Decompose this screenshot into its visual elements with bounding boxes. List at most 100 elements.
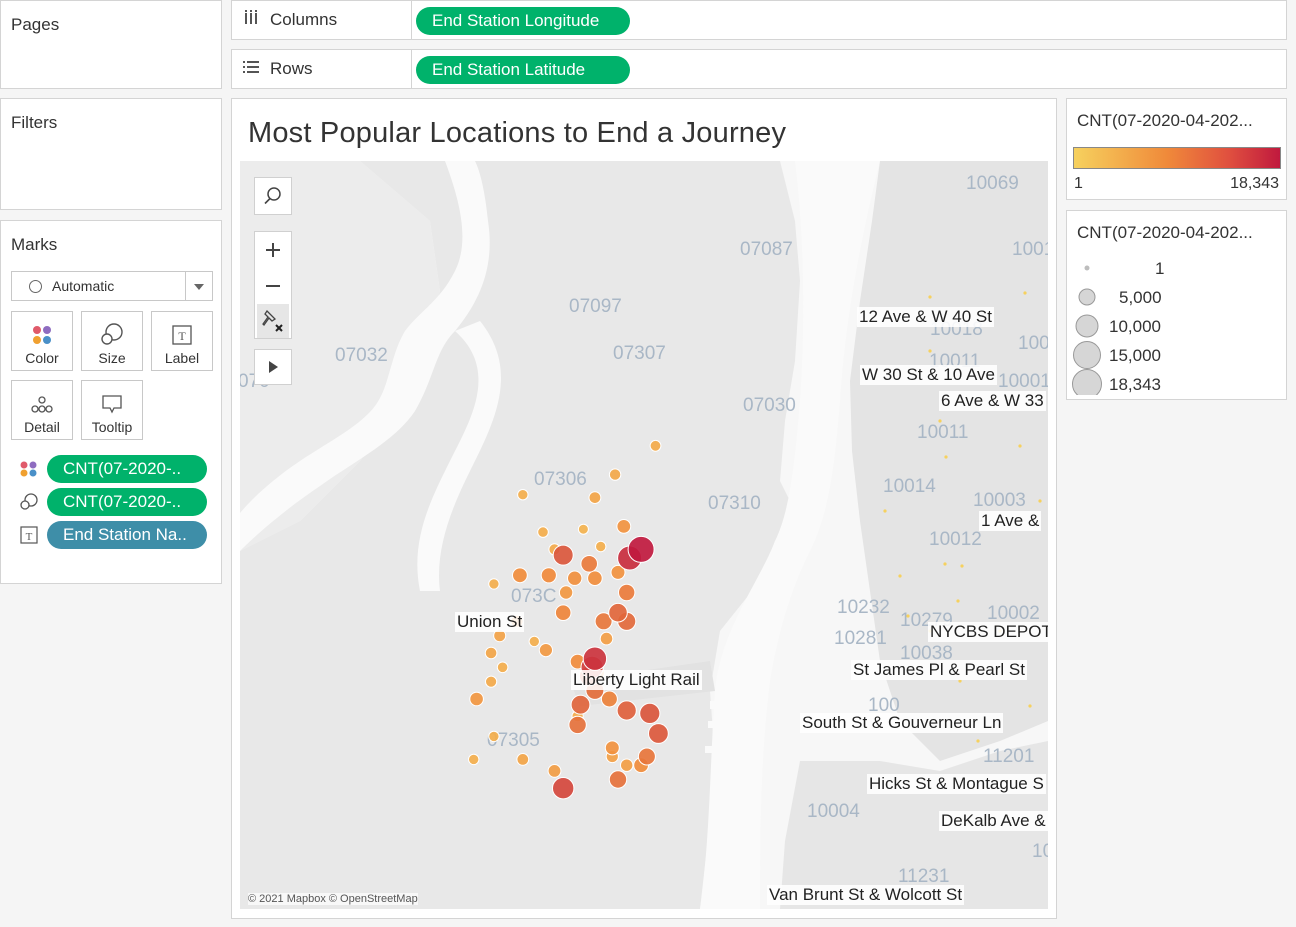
- station-label: Liberty Light Rail: [571, 670, 702, 690]
- map-zoom-controls: [254, 231, 292, 339]
- size-legend-label: 10,000: [1109, 317, 1161, 336]
- color-field-row[interactable]: CNT(07-2020-..: [11, 455, 211, 483]
- station-mark[interactable]: [620, 758, 634, 772]
- unpin-map-button[interactable]: [257, 304, 289, 338]
- station-mark[interactable]: [567, 570, 583, 586]
- label-field-row[interactable]: T End Station Na..: [11, 521, 211, 549]
- columns-shelf-header: Columns: [232, 1, 412, 39]
- dropdown-divider: [185, 272, 186, 300]
- size-legend-mark: [1073, 341, 1101, 369]
- station-mark[interactable]: [618, 583, 636, 602]
- station-mark[interactable]: [1018, 444, 1022, 448]
- station-mark[interactable]: [1038, 499, 1042, 503]
- station-mark[interactable]: [554, 604, 572, 622]
- station-mark[interactable]: [517, 489, 529, 501]
- station-mark[interactable]: [928, 349, 932, 353]
- detail-button[interactable]: Detail: [11, 380, 73, 440]
- svg-text:T: T: [26, 531, 33, 543]
- color-button[interactable]: Color: [11, 311, 73, 371]
- rows-field-pill[interactable]: End Station Latitude: [416, 56, 630, 84]
- station-mark[interactable]: [485, 675, 498, 688]
- station-mark[interactable]: [944, 455, 948, 459]
- columns-field-pill[interactable]: End Station Longitude: [416, 7, 630, 35]
- rows-shelf[interactable]: Rows End Station Latitude: [231, 49, 1287, 89]
- station-mark[interactable]: [484, 646, 498, 660]
- station-mark[interactable]: [599, 631, 614, 646]
- station-mark[interactable]: [604, 740, 620, 756]
- zoom-out-button[interactable]: [255, 268, 291, 304]
- station-mark[interactable]: [580, 555, 599, 573]
- station-mark[interactable]: [496, 661, 509, 674]
- station-mark[interactable]: [582, 646, 608, 671]
- size-button[interactable]: Size: [81, 311, 143, 371]
- station-mark[interactable]: [552, 544, 574, 566]
- columns-shelf[interactable]: Columns End Station Longitude: [231, 0, 1287, 40]
- station-mark[interactable]: [649, 439, 662, 452]
- station-mark[interactable]: [540, 567, 557, 584]
- station-mark[interactable]: [608, 770, 628, 789]
- minus-icon: [266, 285, 280, 287]
- station-mark[interactable]: [588, 491, 602, 505]
- map-attribution: © 2021 Mapbox © OpenStreetMap: [248, 893, 418, 905]
- station-mark[interactable]: [627, 535, 655, 563]
- color-icon: [12, 312, 72, 346]
- station-mark[interactable]: [528, 635, 540, 648]
- size-legend-mark: [1084, 265, 1090, 271]
- station-mark[interactable]: [595, 540, 607, 553]
- map-view[interactable]: 10069 07087 1001 07097 07307 07032 070 0…: [240, 161, 1048, 909]
- station-mark[interactable]: [516, 753, 530, 766]
- station-mark[interactable]: [570, 694, 591, 715]
- station-mark[interactable]: [637, 747, 656, 766]
- circle-mark-icon: [29, 279, 42, 293]
- station-mark[interactable]: [587, 570, 603, 587]
- map-search-button[interactable]: [254, 177, 292, 215]
- color-field-pill[interactable]: CNT(07-2020-..: [47, 455, 207, 483]
- station-mark[interactable]: [1028, 704, 1032, 708]
- size-legend-mark: [1078, 288, 1096, 306]
- station-mark[interactable]: [512, 567, 528, 584]
- station-mark[interactable]: [488, 578, 500, 590]
- map-toolbar-expand-button[interactable]: [254, 349, 292, 385]
- station-mark[interactable]: [558, 585, 574, 600]
- size-field-row[interactable]: CNT(07-2020-..: [11, 488, 211, 516]
- station-mark[interactable]: [616, 700, 637, 721]
- station-mark[interactable]: [943, 562, 947, 566]
- station-mark[interactable]: [577, 523, 589, 535]
- station-mark[interactable]: [616, 519, 632, 534]
- station-mark[interactable]: [883, 509, 887, 513]
- station-mark[interactable]: [608, 468, 622, 481]
- filters-title: Filters: [11, 113, 58, 132]
- color-legend-card[interactable]: CNT(07-2020-04-202... 1 18,343: [1066, 98, 1287, 200]
- tooltip-button[interactable]: Tooltip: [81, 380, 143, 440]
- station-mark[interactable]: [1023, 291, 1027, 295]
- station-mark[interactable]: [608, 602, 628, 623]
- station-mark[interactable]: [960, 564, 964, 568]
- station-mark[interactable]: [537, 526, 549, 538]
- station-mark[interactable]: [468, 753, 480, 766]
- zoom-in-button[interactable]: [255, 232, 291, 268]
- station-mark[interactable]: [639, 702, 661, 725]
- station-mark[interactable]: [552, 777, 575, 800]
- filters-card[interactable]: Filters: [0, 98, 222, 210]
- label-button[interactable]: T Label: [151, 311, 213, 371]
- label-field-pill[interactable]: End Station Na..: [47, 521, 207, 549]
- station-mark[interactable]: [976, 739, 980, 743]
- mark-type-select[interactable]: Automatic: [11, 271, 213, 301]
- station-mark[interactable]: [469, 691, 484, 707]
- station-mark[interactable]: [648, 723, 669, 744]
- station-mark[interactable]: [538, 643, 553, 658]
- station-mark[interactable]: [938, 419, 942, 423]
- station-mark[interactable]: [928, 295, 932, 299]
- station-mark[interactable]: [568, 715, 587, 735]
- tooltip-button-label: Tooltip: [91, 419, 133, 435]
- station-label: W 30 St & 10 Ave: [860, 365, 997, 385]
- station-mark[interactable]: [956, 599, 960, 603]
- station-mark[interactable]: [906, 614, 910, 618]
- size-legend-card[interactable]: CNT(07-2020-04-202... 1 5,000 10,000 15,…: [1066, 210, 1287, 400]
- station-mark[interactable]: [547, 764, 562, 778]
- label-button-label: Label: [164, 350, 200, 366]
- station-mark[interactable]: [488, 730, 500, 743]
- size-field-pill[interactable]: CNT(07-2020-..: [47, 488, 207, 516]
- station-mark[interactable]: [898, 574, 902, 578]
- station-label: South St & Gouverneur Ln: [800, 713, 1004, 733]
